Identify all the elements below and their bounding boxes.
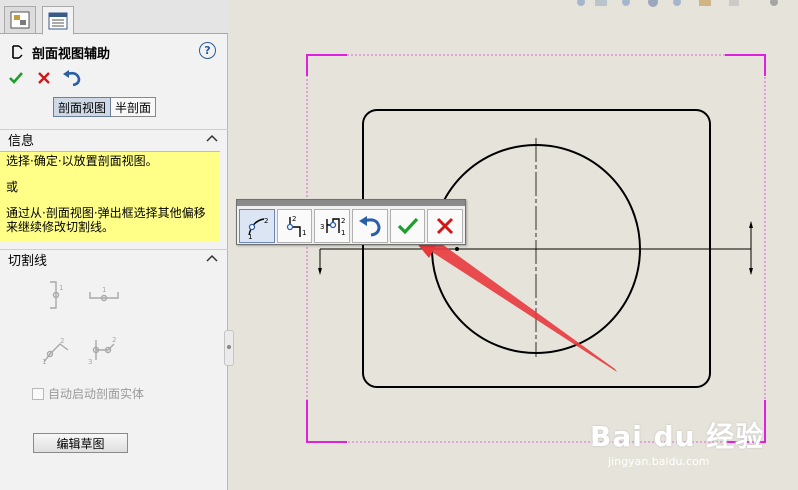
svg-text:1: 1 xyxy=(341,229,345,237)
info-line: 选择·确定·以放置剖面视图。 xyxy=(6,154,158,168)
notch-offset-icon: 3 2 1 xyxy=(320,217,345,237)
svg-text:2: 2 xyxy=(341,217,345,225)
svg-text:2: 2 xyxy=(60,337,64,345)
arrowhead-icon xyxy=(318,268,322,275)
svg-text:2: 2 xyxy=(292,215,296,223)
section-view-popup: 12 21 321 xyxy=(236,199,466,245)
info-section-title: 信息 xyxy=(8,134,35,149)
watermark-brand: Bai du 经验 xyxy=(590,420,765,453)
svg-text:1: 1 xyxy=(59,284,63,292)
property-list-icon xyxy=(48,12,68,29)
vertical-cut-line-icon[interactable]: 1 xyxy=(40,280,72,312)
info-line: 通过从·剖面视图·弹出框选择其他偏移来继续修改切割线。 xyxy=(6,206,206,234)
help-icon[interactable]: ? xyxy=(199,42,216,59)
undo-icon xyxy=(358,216,381,237)
property-manager: 剖面视图辅助 ? 剖面视图 半剖面 信息 选择·确定·以放置剖面视图。 或 通过… xyxy=(0,0,228,490)
svg-text:3: 3 xyxy=(88,358,92,366)
ok-button[interactable] xyxy=(6,68,26,88)
chevron-up-icon xyxy=(206,134,218,142)
aligned-cut-line-icon[interactable]: 12 xyxy=(40,336,72,368)
baidu-watermark: Bai du 经验 jingyan.baidu.com xyxy=(590,415,765,468)
close-icon xyxy=(437,217,454,235)
single-offset-icon: 21 xyxy=(286,215,306,237)
cut-line-section-header[interactable]: 切割线 xyxy=(0,249,228,269)
arrowhead-icon xyxy=(749,268,753,275)
checkmark-icon xyxy=(9,72,23,84)
chevron-up-icon xyxy=(206,254,218,262)
checkbox-label: 自动启动剖面实体 xyxy=(48,387,145,401)
cut-point[interactable] xyxy=(455,247,459,251)
close-icon xyxy=(38,72,50,84)
popup-undo-button[interactable] xyxy=(352,209,388,243)
arc-offset-button[interactable]: 12 xyxy=(239,209,275,243)
arrowhead-icon xyxy=(749,221,753,228)
popup-cancel-button[interactable] xyxy=(427,209,464,243)
segment-half-section[interactable]: 半剖面 xyxy=(111,97,157,117)
section-type-toggle: 剖面视图 半剖面 xyxy=(53,97,157,117)
auto-start-section-checkbox[interactable]: 自动启动剖面实体 xyxy=(32,385,144,402)
horizontal-cut-line-icon[interactable]: 1 xyxy=(88,282,120,314)
cut-line-section-title: 切割线 xyxy=(8,254,48,269)
tab-feature-manager[interactable] xyxy=(4,6,36,34)
popup-ok-button[interactable] xyxy=(389,209,426,243)
info-line: 或 xyxy=(6,180,19,194)
section-view-icon xyxy=(12,45,23,59)
notch-offset-button[interactable]: 3 2 1 xyxy=(314,209,351,243)
panel-tab-bar xyxy=(0,0,228,35)
svg-text:1: 1 xyxy=(102,286,106,294)
undo-button[interactable] xyxy=(62,68,82,88)
panel-actions xyxy=(6,68,82,88)
heads-up-toolbar xyxy=(577,0,778,7)
undo-icon xyxy=(63,70,81,87)
auxiliary-cut-line-icon[interactable]: 32 xyxy=(88,336,120,368)
edit-sketch-button[interactable]: 编辑草图 xyxy=(33,433,128,453)
segment-section-view[interactable]: 剖面视图 xyxy=(53,97,112,117)
svg-text:1: 1 xyxy=(42,358,46,366)
svg-text:1: 1 xyxy=(302,229,306,237)
checkmark-icon xyxy=(397,217,418,235)
info-message: 选择·确定·以放置剖面视图。 或 通过从·剖面视图·弹出框选择其他偏移来继续修改… xyxy=(0,151,220,241)
arc-offset-icon: 12 xyxy=(248,217,268,239)
svg-text:3: 3 xyxy=(320,223,324,231)
checkbox-box xyxy=(32,387,44,400)
feature-tree-icon xyxy=(10,11,30,29)
info-section-header[interactable]: 信息 xyxy=(0,129,228,149)
svg-text:1: 1 xyxy=(248,233,252,239)
cancel-button[interactable] xyxy=(34,68,54,88)
panel-title: 剖面视图辅助 xyxy=(32,46,111,62)
svg-text:2: 2 xyxy=(264,217,268,225)
svg-text:2: 2 xyxy=(112,336,116,344)
watermark-url: jingyan.baidu.com xyxy=(608,455,710,468)
tab-property-manager[interactable] xyxy=(42,6,74,35)
single-offset-button[interactable]: 21 xyxy=(276,209,313,243)
panel-header: 剖面视图辅助 ? xyxy=(10,42,220,62)
